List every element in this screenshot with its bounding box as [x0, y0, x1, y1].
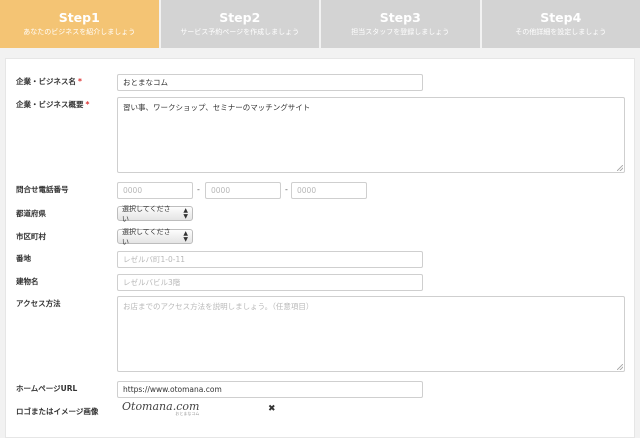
logo-image: Otomana.com おとまなコム — [122, 400, 199, 417]
company-overview-textarea[interactable]: 習い事、ワークショップ、セミナーのマッチングサイト — [117, 97, 625, 173]
phone-part-2-input[interactable]: 0000 — [205, 182, 281, 199]
step-3[interactable]: Step3 担当スタッフを登録しましょう — [321, 0, 480, 48]
homepage-label: ホームページURL — [16, 384, 77, 394]
address-input[interactable]: レゼルバ町1-0-11 — [117, 251, 423, 268]
city-select[interactable]: 選択してください ▲▼ — [117, 229, 193, 244]
step-1-subtitle: あなたのビジネスを紹介しましょう — [23, 27, 135, 38]
step-4-subtitle: その他詳細を設定しましょう — [515, 27, 606, 38]
phone-separator: - — [197, 185, 200, 194]
step-2-subtitle: サービス予約ページを作成しましょう — [180, 27, 299, 38]
required-mark: * — [78, 77, 82, 86]
step-2-title: Step2 — [219, 10, 260, 25]
access-textarea[interactable]: お店までのアクセス方法を説明しましょう。（任意項目） — [117, 296, 625, 372]
city-selected: 選択してください — [122, 227, 177, 247]
business-form: 企業・ビジネス名* おとまなコム 企業・ビジネス概要* 習い事、ワークショップ、… — [5, 58, 635, 438]
resize-handle-icon[interactable] — [617, 165, 623, 171]
address-label: 番地 — [16, 254, 31, 264]
company-overview-label: 企業・ビジネス概要* — [16, 100, 89, 110]
select-arrows-icon: ▲▼ — [183, 208, 188, 220]
city-label: 市区町村 — [16, 232, 46, 242]
access-placeholder: お店までのアクセス方法を説明しましょう。（任意項目） — [123, 301, 313, 312]
logo-label: ロゴまたはイメージ画像 — [16, 407, 98, 417]
step-3-subtitle: 担当スタッフを登録しましょう — [351, 27, 449, 38]
prefecture-selected: 選択してください — [122, 204, 177, 224]
phone-part-1-input[interactable]: 0000 — [117, 182, 193, 199]
step-1[interactable]: Step1 あなたのビジネスを紹介しましょう — [0, 0, 159, 48]
company-name-label: 企業・ビジネス名* — [16, 77, 82, 87]
building-input[interactable]: レゼルバビル3階 — [117, 274, 423, 291]
company-name-input[interactable]: おとまなコム — [117, 74, 423, 91]
step-1-title: Step1 — [59, 10, 100, 25]
resize-handle-icon[interactable] — [617, 364, 623, 370]
building-label: 建物名 — [16, 277, 39, 287]
phone-part-3-input[interactable]: 0000 — [291, 182, 367, 199]
prefecture-label: 都道府県 — [16, 209, 46, 219]
prefecture-select[interactable]: 選択してください ▲▼ — [117, 206, 193, 221]
access-label: アクセス方法 — [16, 299, 61, 309]
step-4-title: Step4 — [540, 10, 581, 25]
select-arrows-icon: ▲▼ — [183, 231, 188, 243]
homepage-input[interactable]: https://www.otomana.com — [117, 381, 423, 398]
remove-logo-icon[interactable]: ✖ — [268, 404, 276, 414]
step-progress-bar: Step1 あなたのビジネスを紹介しましょう Step2 サービス予約ページを作… — [0, 0, 640, 48]
company-overview-text: 習い事、ワークショップ、セミナーのマッチングサイト — [123, 102, 310, 113]
step-3-title: Step3 — [380, 10, 421, 25]
phone-label: 問合せ電話番号 — [16, 185, 69, 195]
step-2[interactable]: Step2 サービス予約ページを作成しましょう — [161, 0, 320, 48]
step-4[interactable]: Step4 その他詳細を設定しましょう — [482, 0, 640, 48]
phone-separator: - — [285, 185, 288, 194]
required-mark: * — [86, 100, 90, 109]
